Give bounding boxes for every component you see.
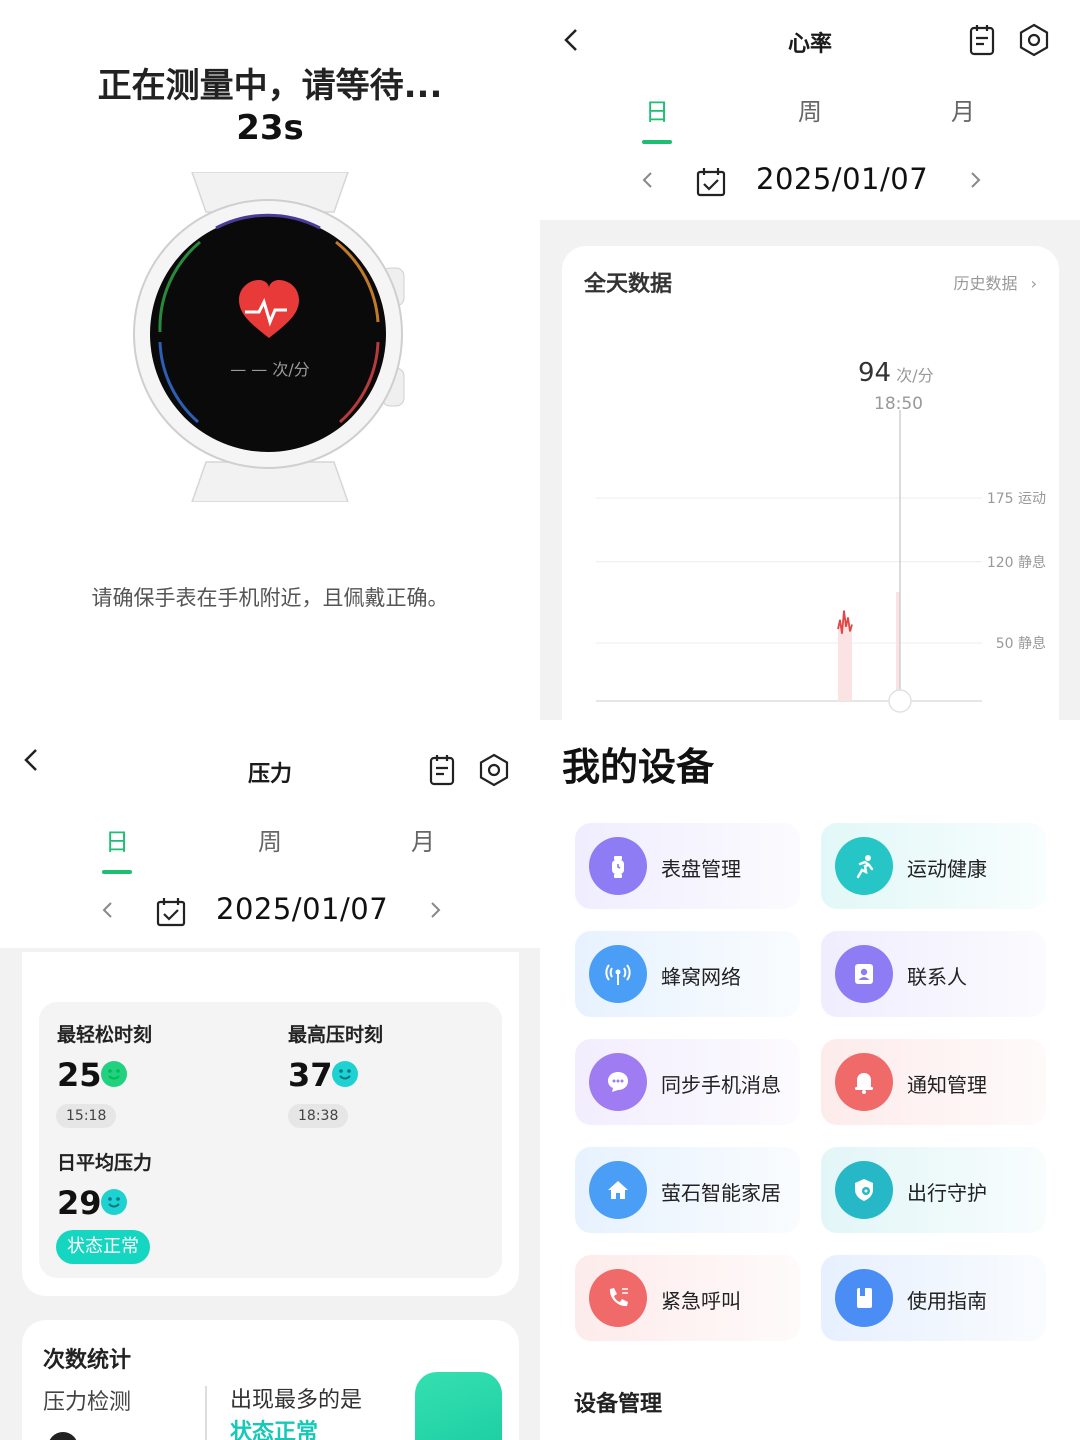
stress-screen: 压力 日 周 月 2025/01/07 最轻松时刻 25 15:18 最高压时刻… xyxy=(0,720,540,1440)
settings-icon[interactable] xyxy=(476,752,512,788)
tab-month[interactable]: 月 xyxy=(383,822,463,857)
avg-status-badge: 状态正常 xyxy=(56,1230,150,1264)
reference-line-label: 120 静息 xyxy=(987,554,1046,571)
device-management-heading: 设备管理 xyxy=(574,1392,663,1417)
device-menu-item[interactable]: 蜂窝网络 xyxy=(575,931,800,1017)
device-menu-item[interactable]: 出行守护 xyxy=(821,1147,1046,1233)
device-menu-item[interactable]: 运动健康 xyxy=(821,823,1046,909)
device-menu-label: 联系人 xyxy=(907,965,967,989)
watch-icon xyxy=(589,837,647,895)
device-menu-label: 通知管理 xyxy=(907,1073,987,1097)
device-menu-item[interactable]: 同步手机消息 xyxy=(575,1039,800,1125)
cursor-handle[interactable] xyxy=(888,689,912,713)
min-stress-label: 最轻松时刻 xyxy=(57,1024,153,1046)
measuring-screen: 正在测量中，请等待... 23s — — 次/分 请确保手表在手机附近，且佩戴正… xyxy=(0,0,540,720)
shield-location-icon xyxy=(835,1161,893,1219)
measuring-hint: 请确保手表在手机附近，且佩戴正确。 xyxy=(91,586,449,610)
max-stress-value: 37 xyxy=(288,1056,333,1094)
tab-week[interactable]: 周 xyxy=(770,92,850,127)
device-menu-item[interactable]: 通知管理 xyxy=(821,1039,1046,1125)
smile-cyan-icon xyxy=(101,1189,127,1215)
bell-icon xyxy=(835,1053,893,1111)
stress-header: 压力 日 周 月 2025/01/07 xyxy=(0,720,540,948)
device-menu-label: 使用指南 xyxy=(907,1289,987,1313)
device-menu-label: 紧急呼叫 xyxy=(661,1289,741,1313)
device-menu-label: 蜂窝网络 xyxy=(661,965,741,989)
tab-week[interactable]: 周 xyxy=(230,822,310,857)
count-stats-label: 压力检测 xyxy=(43,1390,132,1415)
count-stats-title: 次数统计 xyxy=(43,1348,132,1373)
device-menu-item[interactable]: 萤石智能家居 xyxy=(575,1147,800,1233)
next-date-icon[interactable] xyxy=(963,168,987,192)
min-stress-value: 25 xyxy=(57,1056,102,1094)
message-icon xyxy=(589,1053,647,1111)
book-icon xyxy=(835,1269,893,1327)
measuring-title: 正在测量中，请等待... xyxy=(97,66,443,106)
count-indicator xyxy=(48,1432,78,1440)
status-illustration xyxy=(415,1372,502,1440)
tab-day[interactable]: 日 xyxy=(77,822,157,857)
all-day-card: 全天数据 历史数据 › 94 次/分 18:50 175 运动 120 静息 50 … xyxy=(562,246,1059,720)
most-common-label: 出现最多的是 xyxy=(230,1388,363,1413)
prev-date-icon[interactable] xyxy=(636,168,660,192)
my-devices-screen: 我的设备 表盘管理 运动健康蜂窝网络 联系人同步手机消息 通知管理萤石智能家居 出行守护… xyxy=(540,720,1080,1440)
report-icon[interactable] xyxy=(424,752,460,788)
tab-day-underline xyxy=(102,870,132,874)
reference-line-label: 175 运动 xyxy=(987,491,1046,507)
avg-stress-value: 29 xyxy=(57,1184,102,1222)
running-icon xyxy=(835,837,893,895)
tab-month[interactable]: 月 xyxy=(923,92,1003,127)
antenna-icon xyxy=(589,945,647,1003)
device-menu-label: 萤石智能家居 xyxy=(661,1181,781,1205)
tab-day[interactable]: 日 xyxy=(617,92,697,127)
avg-stress-label: 日平均压力 xyxy=(57,1152,153,1174)
device-menu-item[interactable]: 表盘管理 xyxy=(575,823,800,909)
prev-date-icon[interactable] xyxy=(96,898,120,922)
heart-rate-chart[interactable]: 175 运动 120 静息 50 静息 xyxy=(562,246,1059,720)
reference-line-label: 50 静息 xyxy=(996,635,1046,652)
smile-green-icon xyxy=(101,1061,127,1087)
watch-illustration xyxy=(133,172,405,502)
measuring-timer: 23s xyxy=(236,108,304,148)
device-menu-label: 出行守护 xyxy=(907,1181,987,1205)
device-menu-label: 运动健康 xyxy=(907,857,987,881)
stress-summary-card: 最轻松时刻 25 15:18 最高压时刻 37 18:38 日平均压力 29 状… xyxy=(22,952,519,1296)
phone-icon xyxy=(589,1269,647,1327)
calendar-icon[interactable] xyxy=(155,896,187,928)
contact-icon xyxy=(835,945,893,1003)
smile-cyan-icon xyxy=(332,1061,358,1087)
report-icon[interactable] xyxy=(964,22,1000,58)
current-date[interactable]: 2025/01/07 xyxy=(216,892,388,926)
page-title: 我的设备 xyxy=(562,745,715,789)
tab-day-underline xyxy=(642,140,672,144)
device-menu-item[interactable]: 使用指南 xyxy=(821,1255,1046,1341)
device-menu-item[interactable]: 紧急呼叫 xyxy=(575,1255,800,1341)
bpm-placeholder: — — 次/分 xyxy=(230,360,310,379)
max-stress-time: 18:38 xyxy=(288,1104,349,1128)
max-stress-label: 最高压时刻 xyxy=(288,1024,384,1046)
current-date[interactable]: 2025/01/07 xyxy=(756,162,928,196)
settings-icon[interactable] xyxy=(1016,22,1052,58)
min-stress-time: 15:18 xyxy=(56,1104,117,1128)
divider xyxy=(205,1386,207,1440)
device-menu-label: 表盘管理 xyxy=(661,857,741,881)
most-common-value: 状态正常 xyxy=(230,1420,319,1440)
heart-rate-screen: 心率 日 周 月 2025/01/07 全天数据 历史数据 › 94 次/分 1… xyxy=(540,0,1080,720)
device-menu-item[interactable]: 联系人 xyxy=(821,931,1046,1017)
next-date-icon[interactable] xyxy=(423,898,447,922)
device-menu-label: 同步手机消息 xyxy=(661,1073,781,1097)
calendar-icon[interactable] xyxy=(695,166,727,198)
heart-rate-header: 心率 日 周 月 2025/01/07 xyxy=(540,0,1080,220)
count-stats-card: 次数统计 压力检测 出现最多的是 状态正常 xyxy=(22,1320,519,1440)
home-icon xyxy=(589,1161,647,1219)
